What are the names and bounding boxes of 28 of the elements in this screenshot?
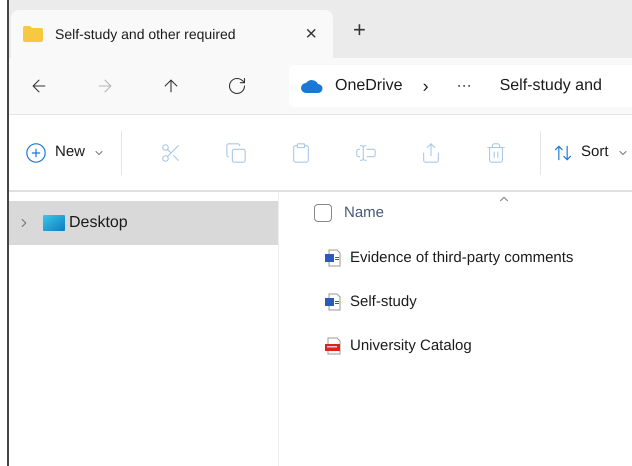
new-button[interactable]: New — [25, 141, 106, 164]
address-bar[interactable]: OneDrive › ··· Self-study and — [289, 65, 632, 107]
file-row[interactable]: Evidence of third-party comments — [324, 236, 632, 280]
scissors-icon — [160, 142, 182, 164]
sidebar-item[interactable]: Desktop — [9, 201, 278, 245]
cloud-icon — [301, 79, 323, 93]
tab-title[interactable]: Self-study and other required — [55, 24, 290, 44]
breadcrumb-onedrive[interactable]: OneDrive — [335, 74, 403, 98]
plus-circle-icon — [25, 142, 47, 164]
word-document-icon — [324, 293, 342, 311]
delete-icon — [484, 142, 507, 164]
word-document-icon — [324, 249, 342, 267]
sort-arrows-icon — [553, 142, 574, 162]
select-all-checkbox[interactable] — [314, 204, 332, 222]
monitor-icon — [43, 215, 65, 231]
breadcrumb-separator[interactable]: › — [414, 72, 437, 100]
file-row[interactable]: Self-study — [324, 280, 632, 324]
sort-button[interactable]: Sort — [553, 141, 629, 164]
folder-icon — [23, 26, 43, 42]
new-tab-button[interactable]: + — [353, 13, 366, 46]
name-column-header[interactable]: Name — [344, 202, 384, 224]
refresh-icon — [227, 76, 247, 96]
close-tab-button[interactable]: × — [301, 19, 321, 49]
pdf-document-icon — [324, 337, 342, 355]
breadcrumb-more[interactable]: ··· — [448, 74, 480, 98]
file-row[interactable]: University Catalog — [324, 324, 632, 368]
breadcrumb-folder[interactable]: Self-study and — [500, 74, 602, 98]
copy-icon — [224, 142, 247, 164]
